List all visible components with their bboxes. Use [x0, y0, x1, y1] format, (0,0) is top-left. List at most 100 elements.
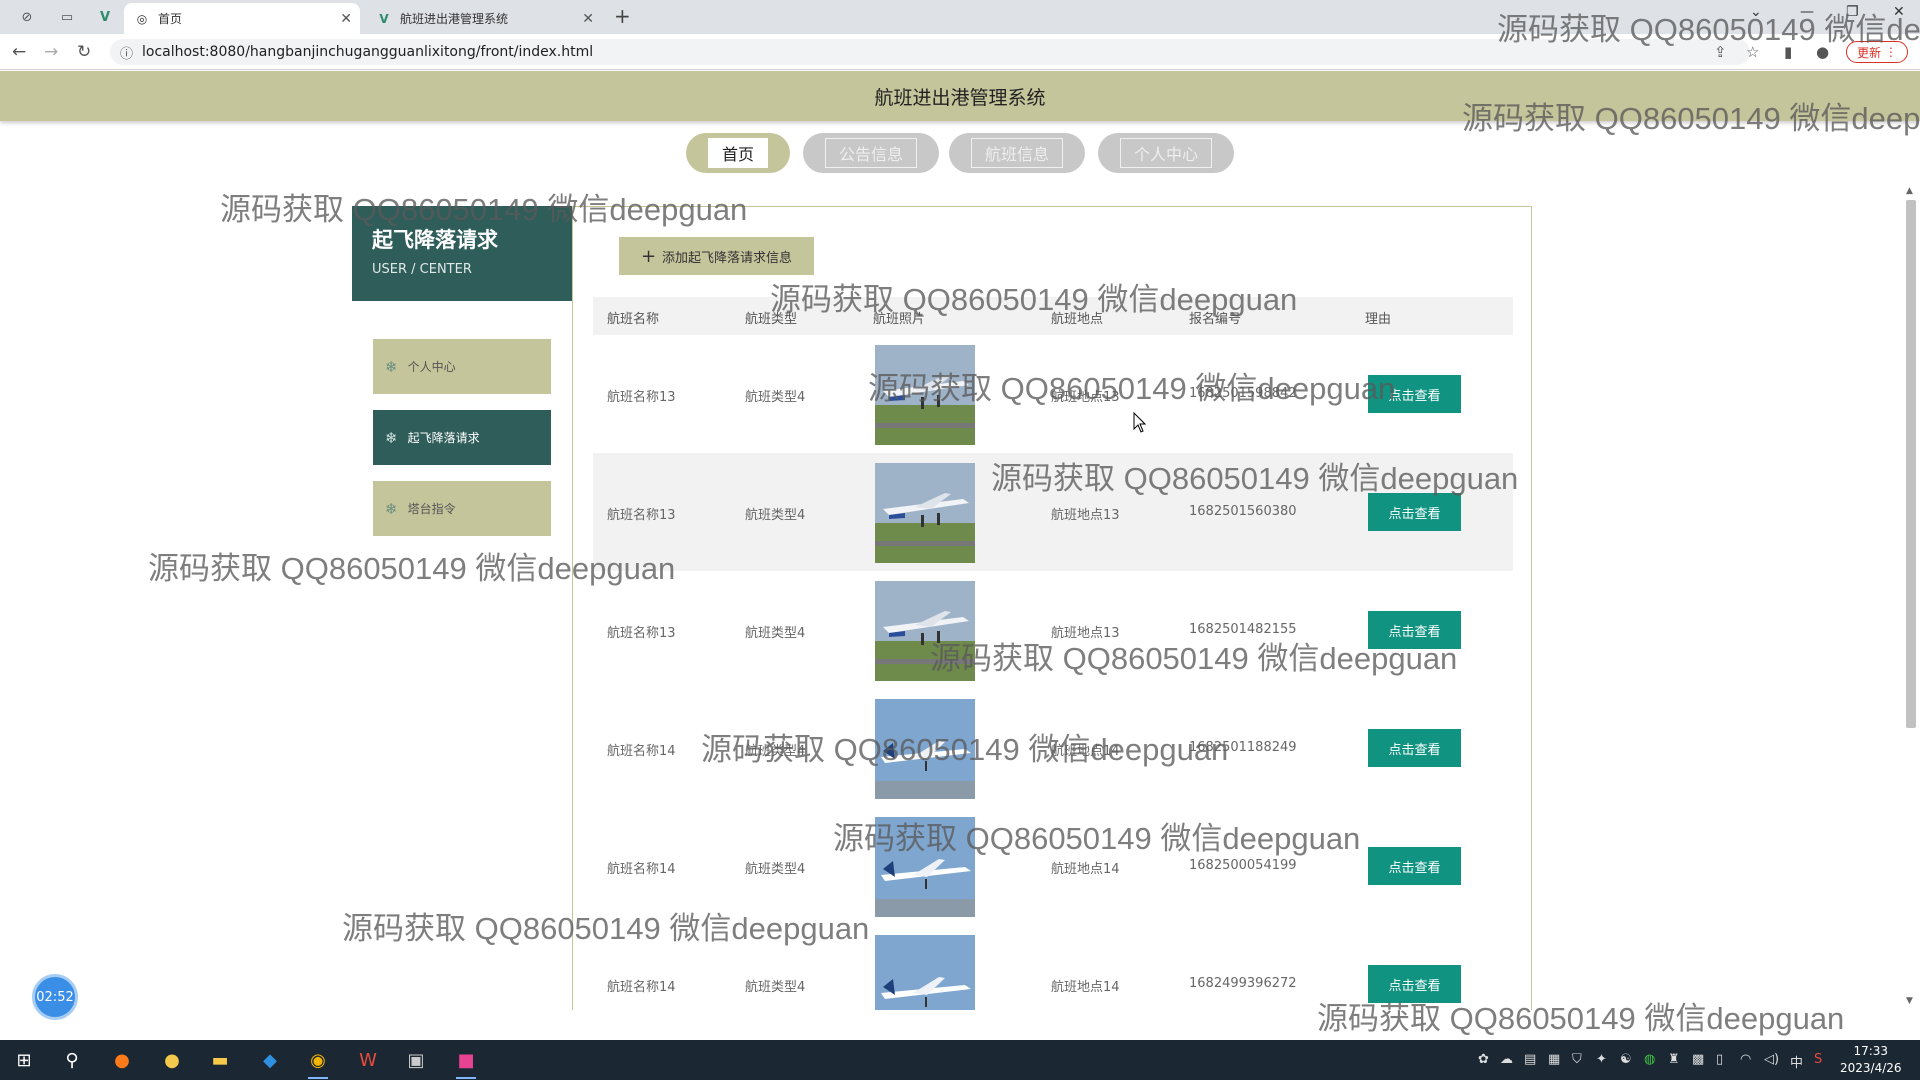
tab-system[interactable]: V 航班进出港管理系统 ✕: [366, 3, 602, 34]
cell-flight-name: 航班名称14: [607, 862, 676, 877]
view-button[interactable]: 点击查看: [1368, 729, 1461, 767]
tab-home[interactable]: ◎ 首页 ✕: [124, 3, 360, 34]
volume-icon[interactable]: ◁): [1764, 1052, 1779, 1067]
col-flight-place: 航班地点: [1051, 312, 1104, 327]
wechat-icon[interactable]: ◍: [1644, 1052, 1655, 1067]
site-header: 航班进出港管理系统: [0, 71, 1920, 121]
sidebar-item-tower-command[interactable]: ❄ 塔台指令: [373, 481, 551, 536]
bookmark-star-icon[interactable]: ☆: [1746, 43, 1759, 61]
page-scrollbar[interactable]: ▲ ▼: [1903, 186, 1917, 1010]
url-field[interactable]: ⓘ localhost:8080/hangbanjinchugangguanli…: [110, 39, 1750, 65]
chrome-icon[interactable]: ◉: [306, 1048, 330, 1079]
tab-title: 首页: [158, 12, 183, 26]
update-button[interactable]: 更新 ⋮: [1846, 41, 1908, 63]
search-icon[interactable]: ⚲: [60, 1048, 84, 1072]
scroll-down-icon[interactable]: ▼: [1906, 996, 1913, 1006]
forward-icon[interactable]: →: [44, 42, 58, 62]
col-reason: 理由: [1365, 312, 1392, 327]
minimize-icon[interactable]: —: [1800, 4, 1814, 20]
view-button[interactable]: 点击查看: [1368, 493, 1461, 531]
pinned-tab-vue-icon[interactable]: V: [92, 6, 118, 28]
tray-icon[interactable]: S: [1814, 1052, 1822, 1067]
sidepanel-icon[interactable]: ▮: [1784, 43, 1792, 61]
nav-label: 个人中心: [1119, 138, 1213, 168]
tray-icon[interactable]: ✦: [1596, 1052, 1607, 1067]
file-explorer-icon[interactable]: ▬: [208, 1048, 232, 1072]
view-button[interactable]: 点击查看: [1368, 965, 1461, 1003]
airplane-photo[interactable]: [875, 345, 975, 445]
site-info-icon[interactable]: ⓘ: [120, 43, 133, 62]
tab-search-icon[interactable]: ⌄: [1750, 4, 1762, 20]
sidebar-item-label: 塔台指令: [407, 502, 456, 516]
app-icon[interactable]: ●: [160, 1048, 184, 1072]
system-clock[interactable]: 17:33 2023/4/26: [1840, 1043, 1902, 1077]
table-row: 航班名称13 航班类型4 航班地点13 1682501560380 点击查看: [593, 453, 1513, 571]
tray-icon[interactable]: ☁: [1500, 1052, 1513, 1067]
nav-home[interactable]: 首页: [686, 133, 790, 173]
airplane-photo[interactable]: [875, 581, 975, 681]
pinned-tab-icon[interactable]: ⊘: [14, 6, 40, 28]
cell-registration-no: 1682501598842: [1189, 386, 1297, 401]
cell-flight-name: 航班名称13: [607, 390, 676, 405]
reload-icon[interactable]: ↻: [77, 42, 91, 62]
close-tab-icon[interactable]: ✕: [340, 11, 352, 27]
snowflake-icon: ❄: [385, 428, 398, 447]
tray-icon[interactable]: ⛉: [1572, 1052, 1582, 1067]
windows-start-icon[interactable]: ⊞: [12, 1048, 36, 1072]
airplane-photo[interactable]: [875, 699, 975, 799]
sidebar-item-takeoff-landing[interactable]: ❄ 起飞降落请求: [373, 410, 551, 465]
view-button[interactable]: 点击查看: [1368, 847, 1461, 885]
terminal-icon[interactable]: ▣: [404, 1048, 428, 1072]
tray-icon[interactable]: ☯: [1620, 1052, 1632, 1067]
nav-announcements[interactable]: 公告信息: [803, 133, 939, 173]
nav-label: 公告信息: [824, 138, 918, 168]
cell-flight-place: 航班地点14: [1051, 744, 1120, 759]
tray-icon[interactable]: ▤: [1524, 1052, 1536, 1067]
scroll-up-icon[interactable]: ▲: [1906, 186, 1913, 196]
close-tab-icon[interactable]: ✕: [582, 11, 594, 27]
tray-icon[interactable]: ▦: [1548, 1052, 1560, 1067]
vscode-icon[interactable]: ◆: [258, 1048, 282, 1072]
intellij-icon[interactable]: ■: [454, 1048, 478, 1079]
new-tab-button[interactable]: +: [614, 4, 631, 28]
profile-icon[interactable]: ●: [1816, 43, 1829, 61]
airplane-photo[interactable]: [875, 463, 975, 563]
nav-personal-center[interactable]: 个人中心: [1098, 133, 1234, 173]
sidebar-item-personal-center[interactable]: ❄ 个人中心: [373, 339, 551, 394]
close-window-icon[interactable]: ✕: [1893, 4, 1905, 20]
cell-flight-place: 航班地点14: [1051, 980, 1120, 995]
tray-icon[interactable]: ♜: [1668, 1052, 1680, 1067]
restore-icon[interactable]: ❐: [1846, 4, 1859, 20]
cell-registration-no: 1682501482155: [1189, 622, 1297, 637]
share-icon[interactable]: ⇪: [1714, 43, 1727, 61]
recording-timer[interactable]: 02:52: [32, 974, 78, 1020]
back-icon[interactable]: ←: [12, 42, 26, 62]
clock-date: 2023/4/26: [1840, 1061, 1902, 1075]
nav-label: 航班信息: [970, 138, 1064, 168]
col-registration-no: 报名编号: [1189, 312, 1242, 327]
tray-icon[interactable]: ✿: [1478, 1052, 1489, 1067]
ime-indicator[interactable]: 中: [1790, 1052, 1803, 1071]
tray-icon[interactable]: ▩: [1692, 1052, 1704, 1067]
nav-flights[interactable]: 航班信息: [949, 133, 1085, 173]
wifi-icon[interactable]: ◠: [1740, 1052, 1751, 1067]
battery-icon[interactable]: ▯: [1716, 1052, 1723, 1067]
nav-label: 首页: [707, 138, 769, 168]
wps-icon[interactable]: W: [356, 1048, 380, 1072]
add-request-button[interactable]: + 添加起飞降落请求信息: [619, 237, 814, 275]
view-button[interactable]: 点击查看: [1368, 611, 1461, 649]
view-button[interactable]: 点击查看: [1368, 375, 1461, 413]
col-flight-photo: 航班照片: [873, 312, 926, 327]
sidebar-item-label: 起飞降落请求: [407, 431, 480, 445]
cell-flight-type: 航班类型4: [745, 508, 806, 523]
sidebar-title: 起飞降落请求: [372, 228, 498, 252]
pinned-tab-blank-icon[interactable]: ▭: [54, 6, 80, 28]
scroll-thumb[interactable]: [1906, 200, 1916, 728]
airplane-photo[interactable]: [875, 935, 975, 1010]
firefox-icon[interactable]: ●: [110, 1048, 134, 1072]
table-row: 航班名称14 航班类型4 航班地点14 1682499396272 点击查看: [593, 925, 1513, 1010]
col-flight-name: 航班名称: [607, 312, 660, 327]
airplane-photo[interactable]: [875, 817, 975, 917]
plus-icon: +: [640, 245, 657, 267]
globe-icon: ◎: [136, 11, 148, 26]
